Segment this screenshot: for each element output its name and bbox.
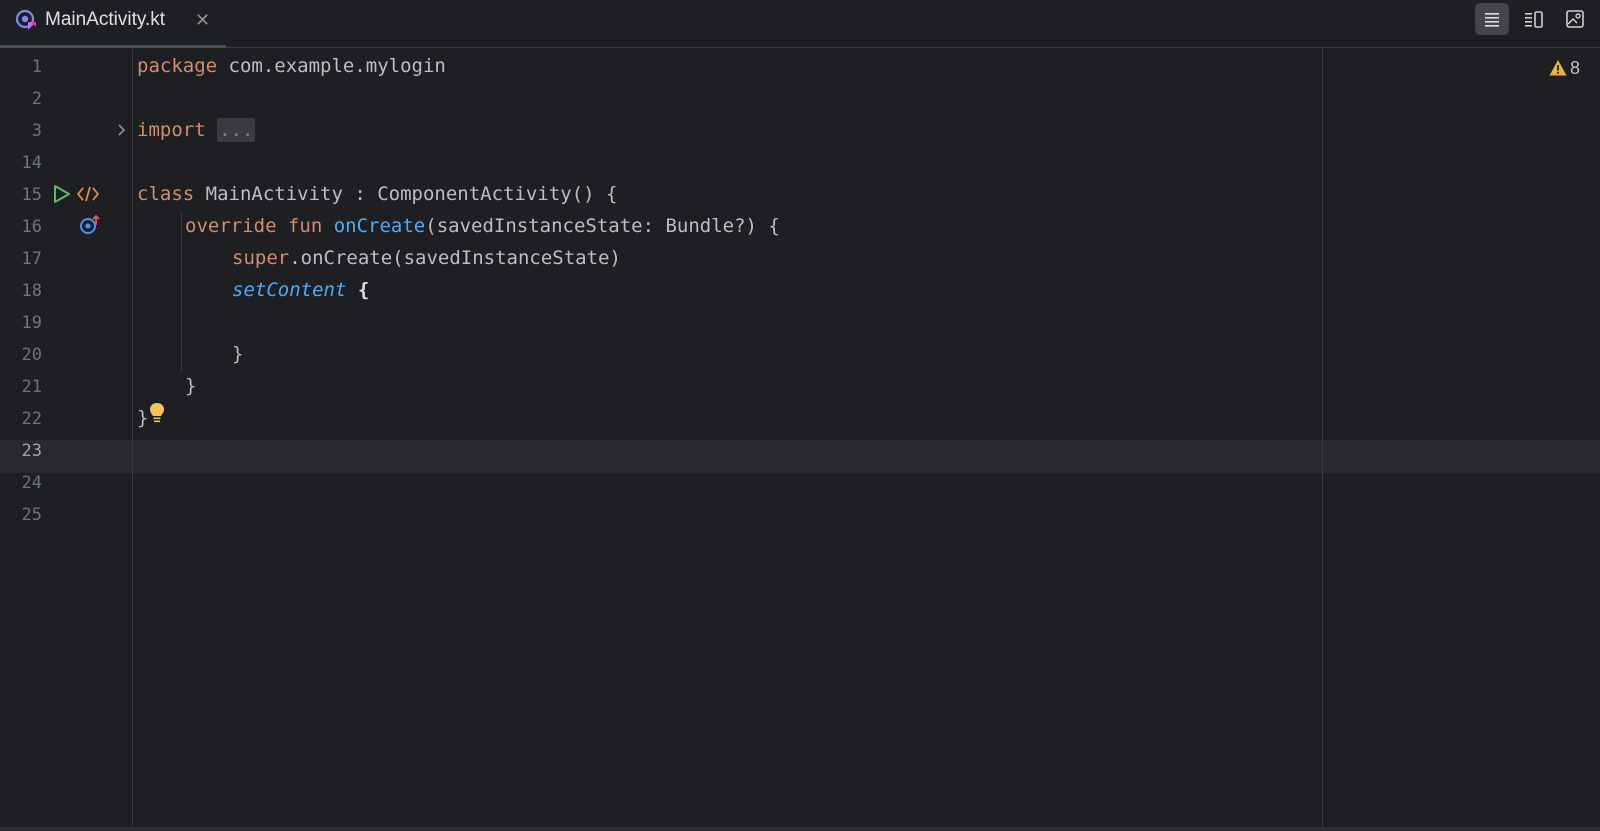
line-number: 3 bbox=[31, 121, 42, 141]
code-editor[interactable]: 1 2 3 14 15 16 17 18 19 20 21 22 23 24 2… bbox=[0, 49, 1600, 831]
keyword: import bbox=[137, 119, 206, 141]
line-number: 22 bbox=[21, 409, 42, 429]
code-line-17: super.onCreate(savedInstanceState) bbox=[232, 246, 621, 270]
line-number: 24 bbox=[21, 473, 42, 493]
gutter-separator bbox=[132, 49, 133, 827]
line-number: 17 bbox=[21, 249, 42, 269]
line-number: 1 bbox=[31, 57, 42, 77]
bottom-edge bbox=[0, 827, 1600, 831]
line-number: 2 bbox=[31, 89, 42, 109]
code-line-1: package com.example.mylogin bbox=[137, 54, 446, 78]
package-name: com.example.mylogin bbox=[217, 55, 446, 77]
folded-imports[interactable]: ... bbox=[217, 118, 256, 142]
indent-guide bbox=[181, 213, 182, 371]
run-icon[interactable] bbox=[52, 183, 72, 205]
line-number: 25 bbox=[21, 505, 42, 525]
code-line-22: } bbox=[137, 407, 149, 429]
code-line-18: setContent { bbox=[232, 278, 369, 302]
line-number: 18 bbox=[21, 281, 42, 301]
lightbulb-icon[interactable] bbox=[148, 401, 166, 425]
super-call: .onCreate(savedInstanceState) bbox=[289, 247, 621, 269]
code-line-3: import ... bbox=[137, 118, 256, 142]
class-declaration: MainActivity : ComponentActivity() { bbox=[194, 183, 618, 205]
code-view-icon bbox=[1485, 13, 1499, 27]
kotlin-file-icon bbox=[15, 9, 36, 30]
line-number: 19 bbox=[21, 313, 42, 333]
keyword: super bbox=[232, 247, 290, 269]
keyword: class bbox=[137, 183, 195, 205]
warning-icon bbox=[1549, 60, 1567, 76]
line-number: 16 bbox=[21, 217, 42, 237]
line-number: 15 bbox=[21, 185, 42, 205]
line-number: 20 bbox=[21, 345, 42, 365]
warnings-indicator[interactable]: 8 bbox=[1549, 57, 1580, 79]
design-view-button[interactable] bbox=[1558, 3, 1592, 35]
code-view-button[interactable] bbox=[1475, 3, 1509, 35]
code-line-21: } bbox=[185, 375, 197, 397]
tab-main-activity[interactable]: MainActivity.kt ✕ bbox=[0, 0, 226, 48]
line-number: 21 bbox=[21, 377, 42, 397]
tab-close-icon[interactable]: ✕ bbox=[195, 8, 210, 32]
current-line-highlight bbox=[0, 440, 1600, 473]
editor-tab-bar: MainActivity.kt ✕ bbox=[0, 0, 1600, 48]
code-line-20: } bbox=[232, 343, 244, 365]
function-call: setContent bbox=[232, 279, 347, 301]
right-margin-guide bbox=[1322, 49, 1323, 827]
code-line-16: override fun onCreate(savedInstanceState… bbox=[185, 214, 780, 238]
override-icon[interactable] bbox=[78, 213, 102, 237]
line-number: 14 bbox=[21, 153, 42, 173]
split-view-icon bbox=[1525, 11, 1543, 28]
line-number-current: 23 bbox=[21, 441, 42, 461]
fold-chevron-icon[interactable] bbox=[116, 122, 128, 138]
code-preview-icon[interactable] bbox=[76, 184, 100, 204]
code-line-15: class MainActivity : ComponentActivity()… bbox=[137, 182, 617, 206]
keyword: override fun bbox=[185, 215, 323, 237]
lambda-brace: { bbox=[357, 279, 370, 301]
warnings-count: 8 bbox=[1570, 58, 1581, 78]
function-params: (savedInstanceState: Bundle?) { bbox=[425, 215, 780, 237]
function-name: onCreate bbox=[333, 215, 426, 237]
tab-title: MainActivity.kt bbox=[45, 9, 166, 30]
split-view-button[interactable] bbox=[1517, 3, 1551, 35]
keyword: package bbox=[137, 55, 218, 77]
design-view-icon bbox=[1566, 10, 1584, 28]
